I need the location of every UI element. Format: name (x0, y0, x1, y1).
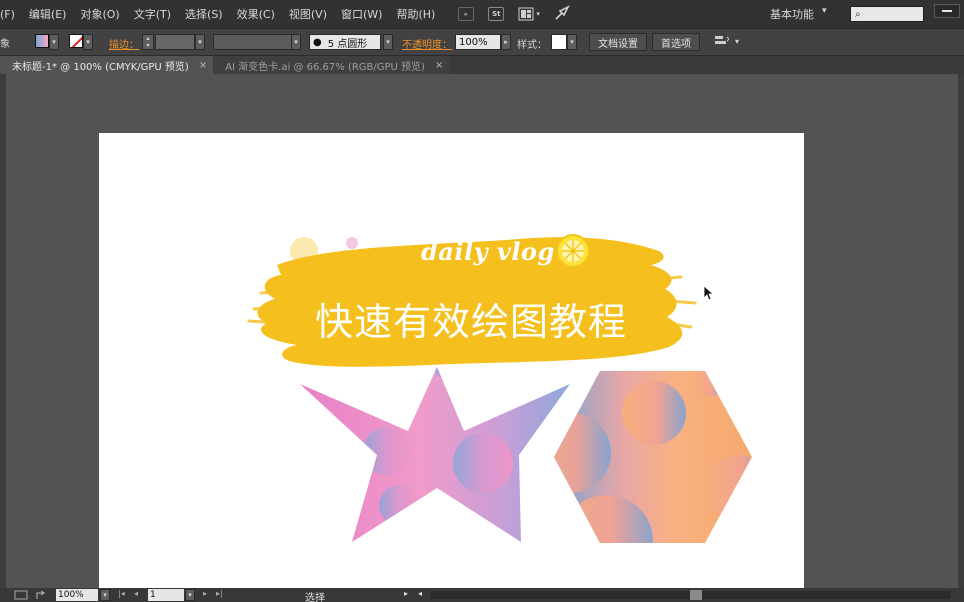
opacity-label[interactable]: 不透明度： (402, 36, 452, 51)
chevron-down-icon[interactable]: ▾ (49, 34, 59, 50)
document-tab-bar: 未标题-1* @ 100% (CMYK/GPU 预览) × AI 渐变色卡.ai… (0, 56, 964, 74)
brush-definition[interactable]: ● 5 点圆形 (309, 34, 381, 50)
stroke-weight-input[interactable] (155, 34, 195, 50)
zoom-level-input[interactable]: 100% (56, 589, 98, 601)
gradient-hexagon-shape[interactable] (531, 365, 773, 587)
scrollbar-thumb[interactable] (690, 590, 702, 600)
document-setup-button[interactable]: 文档设置 (589, 33, 647, 51)
brush-label: 5 点圆形 (327, 38, 368, 50)
chevron-down-icon: ▾ (822, 6, 827, 16)
panel-menu[interactable]: ▾ (715, 35, 739, 47)
control-bar: 象 ▾ ▾ 描边： ▴ ▾ ▾ ▾ ● 5 点圆形 ▾ 不透明度： 100% ▸ 样… (0, 28, 964, 56)
fill-color-control[interactable]: ▾ (35, 34, 59, 50)
banner-title[interactable]: 快速有效绘图教程 (315, 291, 627, 346)
menu-item-type[interactable]: 文字(T) (127, 6, 178, 22)
close-icon[interactable]: × (435, 60, 443, 71)
status-menu-icon[interactable]: ▸ (404, 589, 408, 598)
style-label: 样式： (517, 40, 547, 51)
menu-item-effect[interactable]: 效果(C) (230, 6, 282, 22)
gradient-star-shape[interactable] (300, 351, 570, 542)
opacity-input[interactable]: 100% (455, 34, 501, 50)
variable-width-profile[interactable] (213, 34, 293, 50)
minimize-button[interactable] (934, 4, 960, 18)
chevron-down-icon[interactable]: ▾ (291, 34, 301, 50)
chevron-down-icon[interactable]: ▾ (383, 34, 393, 50)
workspace-label: 基本功能 (770, 8, 814, 21)
stroke-label[interactable]: 描边： (109, 36, 139, 51)
menu-item-help[interactable]: 帮助(H) (389, 6, 442, 22)
chevron-down-icon[interactable]: ▾ (195, 34, 205, 50)
arrange-documents-icon[interactable]: ▾ (518, 7, 540, 21)
share-icon[interactable] (36, 590, 48, 600)
stock-icon[interactable]: St (488, 7, 505, 21)
previous-artboard-icon[interactable]: ◂ (134, 589, 138, 598)
tab-label: 未标题-1* @ 100% (CMYK/GPU 预览) (12, 61, 189, 73)
close-icon[interactable]: × (199, 60, 207, 71)
artboard-navigation-icon[interactable] (14, 590, 28, 600)
graphic-style-swatch[interactable] (551, 34, 567, 50)
stroke-swatch[interactable] (69, 34, 83, 48)
tools-panel-edge (0, 74, 6, 588)
search-icon: ⌕ (855, 8, 861, 20)
chevron-down-icon: ▾ (735, 36, 740, 46)
scroll-left-icon[interactable]: ◂ (418, 589, 422, 598)
tab-untitled-1[interactable]: 未标题-1* @ 100% (CMYK/GPU 预览) × (0, 56, 214, 74)
preferences-button[interactable]: 首选项 (652, 33, 700, 51)
menu-item-edit[interactable]: 编辑(E) (22, 6, 74, 22)
lemon-icon (556, 234, 590, 268)
stroke-color-control[interactable]: ▾ (69, 34, 93, 50)
stroke-weight-stepper[interactable]: ▴ ▾ (142, 34, 154, 50)
artwork[interactable] (99, 133, 804, 588)
artboard-number-input[interactable]: 1 (148, 589, 184, 601)
banner-subtitle[interactable]: daily vlog (421, 237, 555, 266)
tab-gradient-swatches[interactable]: AI 渐变色卡.ai @ 66.67% (RGB/GPU 预览) × (213, 56, 450, 74)
chevron-down-icon[interactable]: ▾ (185, 589, 195, 601)
last-artboard-icon[interactable]: ▸| (216, 589, 223, 598)
bridge-icon[interactable]: ▸ (458, 7, 475, 21)
menu-item-select[interactable]: 选择(S) (178, 6, 230, 22)
search-input[interactable]: ⌕ (850, 6, 924, 22)
selection-indicator: 象 (0, 39, 10, 50)
chevron-down-icon[interactable]: ▾ (567, 34, 577, 50)
menu-item-file[interactable]: (F) (0, 8, 22, 21)
tab-label: AI 渐变色卡.ai @ 66.67% (RGB/GPU 预览) (225, 61, 425, 73)
fill-swatch[interactable] (35, 34, 49, 48)
chevron-down-icon[interactable]: ▾ (83, 34, 93, 50)
artboard[interactable]: daily vlog 快速有效绘图教程 (99, 133, 804, 588)
current-tool-label: 选择 (305, 593, 325, 602)
menu-bar-icons: ▸ St ▾ (458, 4, 570, 24)
status-bar: 100% ▾ |◂ ◂ 1 ▾ ▸ ▸| 选择 ▸ ◂ (0, 588, 964, 602)
menu-item-view[interactable]: 视图(V) (282, 6, 334, 22)
workspace-switcher[interactable]: 基本功能 ▾ (770, 6, 827, 22)
right-panel-edge (958, 74, 964, 588)
first-artboard-icon[interactable]: |◂ (118, 589, 125, 598)
align-icon (715, 36, 729, 44)
mouse-cursor-icon (703, 285, 715, 301)
chevron-down-icon[interactable]: ▾ (100, 589, 110, 601)
next-artboard-icon[interactable]: ▸ (203, 589, 207, 598)
gpu-performance-icon[interactable] (554, 4, 570, 24)
menu-item-object[interactable]: 对象(O) (73, 6, 126, 22)
menu-item-window[interactable]: 窗口(W) (334, 6, 389, 22)
chevron-right-icon[interactable]: ▸ (501, 34, 511, 50)
